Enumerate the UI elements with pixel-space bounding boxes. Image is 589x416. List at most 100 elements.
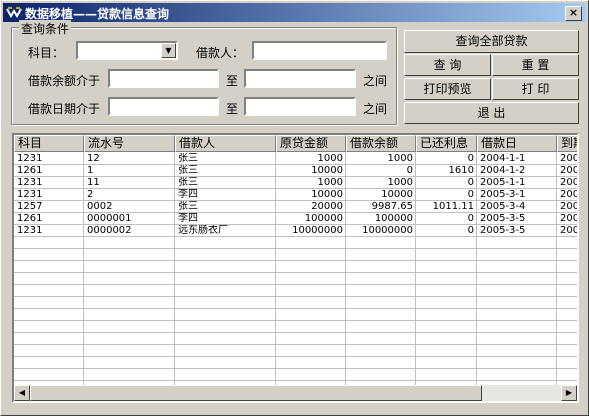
title-bar: 数据移植——贷款信息查询 × xyxy=(3,3,586,22)
table-cell[interactable]: 9987.65 xyxy=(346,201,416,213)
column-header-interest-paid[interactable]: 已还利息 xyxy=(416,135,477,152)
row-divider xyxy=(14,296,577,297)
table-cell[interactable]: 1231 xyxy=(17,189,84,201)
table-cell[interactable]: 1000 xyxy=(276,153,346,165)
balance-range-label: 借款余额介于 xyxy=(28,74,101,88)
table-cell[interactable]: 0 xyxy=(416,177,477,189)
row-divider xyxy=(14,248,577,249)
app-icon xyxy=(6,7,22,18)
table-cell[interactable]: 远东肠衣厂 xyxy=(178,225,276,237)
loan-table[interactable]: 科目 流水号 借款人 原贷金额 借款余额 已还利息 借款日 到期 123112张… xyxy=(12,133,579,403)
borrower-label: 借款人： xyxy=(196,46,245,60)
query-all-button[interactable]: 查询全部贷款 xyxy=(404,30,579,53)
table-cell[interactable]: 1000 xyxy=(346,177,416,189)
table-cell[interactable]: 张三 xyxy=(178,153,276,165)
row-divider xyxy=(14,344,577,345)
table-cell[interactable]: 1257 xyxy=(17,201,84,213)
row-divider xyxy=(14,260,577,261)
table-cell[interactable]: 1261 xyxy=(17,213,84,225)
table-cell[interactable]: 1000 xyxy=(276,177,346,189)
table-cell[interactable]: 0 xyxy=(416,153,477,165)
table-cell[interactable]: 2004-1-1 xyxy=(480,153,557,165)
table-cell[interactable]: 1231 xyxy=(17,177,84,189)
balance-to-label: 至 xyxy=(226,74,239,88)
table-cell[interactable]: 2005-3-1 xyxy=(480,189,557,201)
balance-between-label: 之间 xyxy=(363,74,388,88)
table-cell[interactable]: 0 xyxy=(416,225,477,237)
print-preview-button[interactable]: 打印预览 xyxy=(404,78,491,100)
table-cell[interactable]: 10000 xyxy=(276,189,346,201)
table-cell[interactable]: 张三 xyxy=(178,177,276,189)
table-cell[interactable]: 2 xyxy=(87,189,175,201)
table-cell[interactable]: 200 xyxy=(560,225,577,237)
borrower-input[interactable] xyxy=(252,41,387,60)
table-cell[interactable]: 200 xyxy=(560,189,577,201)
table-cell[interactable]: 2005-3-5 xyxy=(480,225,557,237)
horizontal-scrollbar[interactable]: ◀ ▶ xyxy=(14,385,577,401)
column-header-borrower[interactable]: 借款人 xyxy=(175,135,276,152)
column-header-balance[interactable]: 借款余额 xyxy=(346,135,416,152)
row-divider xyxy=(14,332,577,333)
query-button[interactable]: 查 询 xyxy=(404,54,491,76)
table-cell[interactable]: 张三 xyxy=(178,201,276,213)
subject-combo[interactable]: ▼ xyxy=(76,41,178,60)
table-cell[interactable]: 0000001 xyxy=(87,213,175,225)
column-header-original-amount[interactable]: 原贷金额 xyxy=(276,135,346,152)
table-cell[interactable]: 10000 xyxy=(276,165,346,177)
subject-label: 科目： xyxy=(28,46,65,60)
table-cell[interactable]: 200 xyxy=(560,165,577,177)
table-cell[interactable]: 10000000 xyxy=(276,225,346,237)
column-header-loan-date[interactable]: 借款日 xyxy=(477,135,557,152)
table-cell[interactable]: 2005-1-1 xyxy=(480,177,557,189)
row-divider xyxy=(14,272,577,273)
table-cell[interactable]: 100000 xyxy=(346,213,416,225)
table-cell[interactable]: 1231 xyxy=(17,225,84,237)
table-cell[interactable]: 0 xyxy=(346,165,416,177)
table-cell[interactable]: 0 xyxy=(416,213,477,225)
scroll-left-icon[interactable]: ◀ xyxy=(14,385,30,401)
table-cell[interactable]: 10000 xyxy=(346,189,416,201)
column-header-serial[interactable]: 流水号 xyxy=(84,135,175,152)
table-cell[interactable]: 0002 xyxy=(87,201,175,213)
table-cell[interactable]: 10000000 xyxy=(346,225,416,237)
table-cell[interactable]: 张三 xyxy=(178,165,276,177)
column-header-due-date[interactable]: 到期 xyxy=(557,135,577,152)
table-cell[interactable]: 0000002 xyxy=(87,225,175,237)
row-divider xyxy=(14,320,577,321)
column-header-subject[interactable]: 科目 xyxy=(14,135,84,152)
table-cell[interactable]: 12 xyxy=(87,153,175,165)
date-from-input[interactable] xyxy=(108,97,219,116)
table-cell[interactable]: 200 xyxy=(560,177,577,189)
reset-button[interactable]: 重 置 xyxy=(492,54,579,76)
table-cell[interactable]: 李四 xyxy=(178,189,276,201)
table-cell[interactable]: 李四 xyxy=(178,213,276,225)
scrollbar-thumb[interactable] xyxy=(30,385,482,401)
table-cell[interactable]: 1 xyxy=(87,165,175,177)
balance-from-input[interactable] xyxy=(108,69,219,88)
table-cell[interactable]: 1610 xyxy=(416,165,477,177)
table-cell[interactable]: 100000 xyxy=(276,213,346,225)
table-cell[interactable]: 200 xyxy=(560,201,577,213)
table-cell[interactable]: 1011.11 xyxy=(416,201,477,213)
table-cell[interactable]: 2005-3-5 xyxy=(480,213,557,225)
table-cell[interactable]: 0 xyxy=(416,189,477,201)
table-cell[interactable]: 200 xyxy=(560,213,577,225)
table-cell[interactable]: 1261 xyxy=(17,165,84,177)
table-cell[interactable]: 1231 xyxy=(17,153,84,165)
balance-to-input[interactable] xyxy=(244,69,356,88)
table-cell[interactable]: 1000 xyxy=(346,153,416,165)
row-divider xyxy=(14,284,577,285)
table-cell[interactable]: 20000 xyxy=(276,201,346,213)
row-divider xyxy=(14,380,577,381)
table-cell[interactable]: 2005-3-4 xyxy=(480,201,557,213)
date-to-input[interactable] xyxy=(244,97,356,116)
row-divider xyxy=(14,356,577,357)
table-cell[interactable]: 200 xyxy=(560,153,577,165)
print-button[interactable]: 打 印 xyxy=(492,78,579,100)
scroll-right-icon[interactable]: ▶ xyxy=(561,385,577,401)
table-cell[interactable]: 11 xyxy=(87,177,175,189)
exit-button[interactable]: 退 出 xyxy=(404,102,579,124)
table-cell[interactable]: 2004-1-2 xyxy=(480,165,557,177)
close-button[interactable]: × xyxy=(565,6,582,21)
chevron-down-icon[interactable]: ▼ xyxy=(161,43,176,58)
